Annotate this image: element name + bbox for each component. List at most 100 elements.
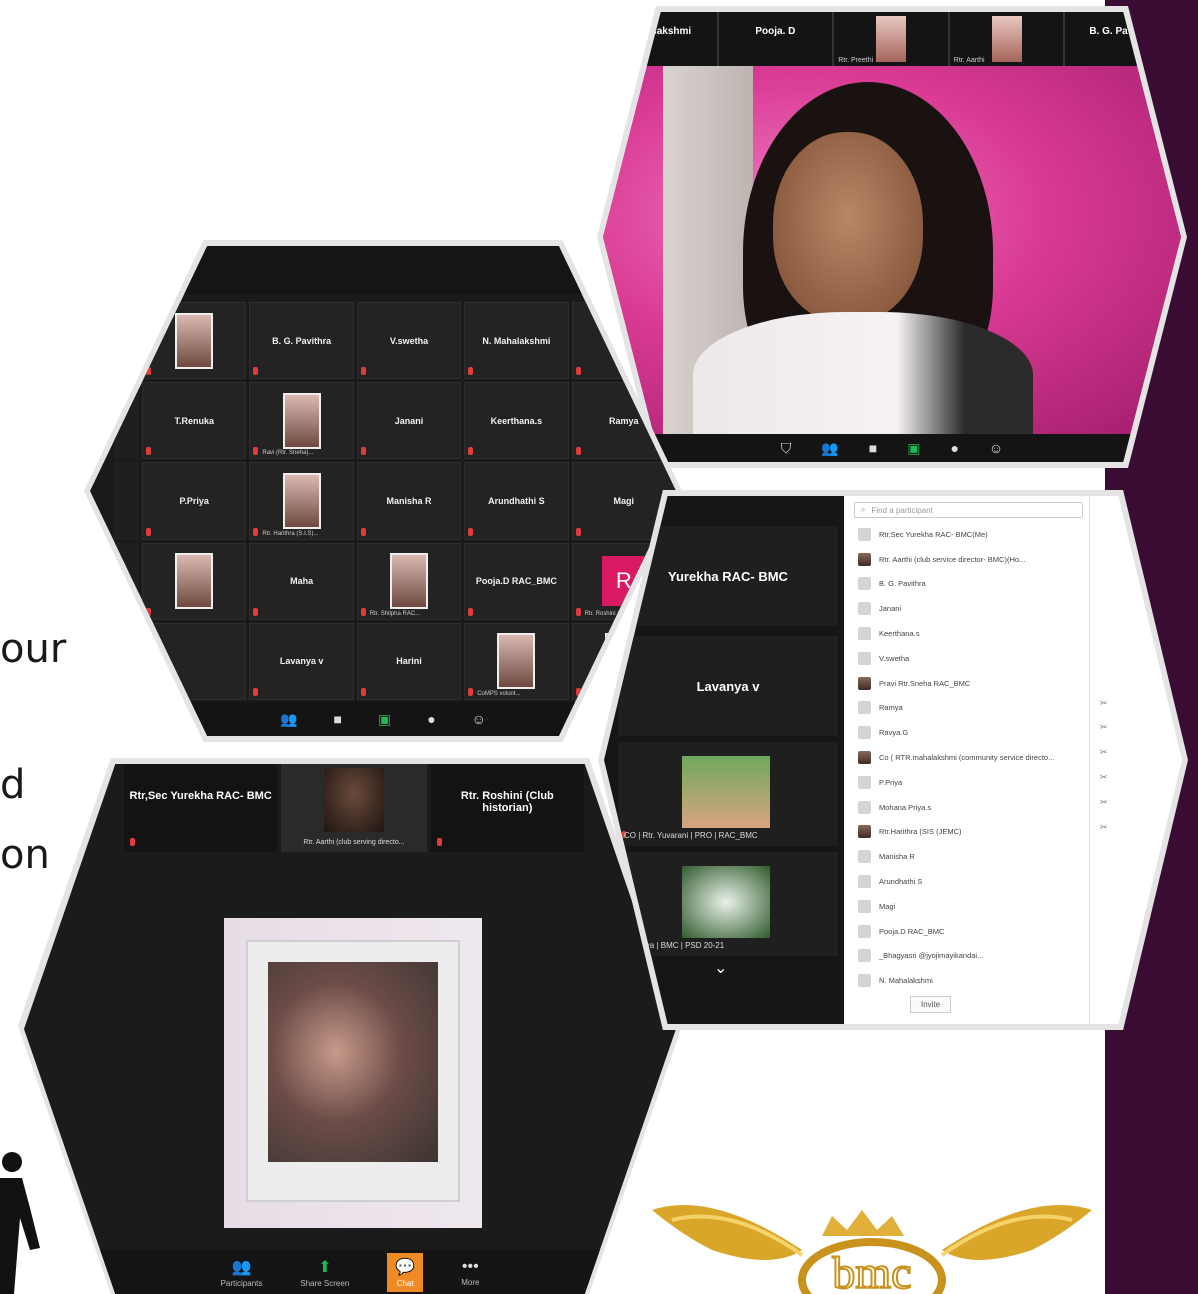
participant-search-input[interactable]: ⌕ Find a participant [854,502,1083,518]
participant-list-item[interactable]: Ravya.G [848,720,1089,745]
participant-tile[interactable]: Lavanya v [249,622,354,700]
muted-mic-icon [253,447,259,456]
participant-tile[interactable]: T.Renuka [142,382,247,460]
muted-mic-icon: ✂ [1100,821,1108,832]
participant-list-item[interactable]: B. G. Pavithra [848,572,1089,597]
participant-list-item[interactable]: N. Mahalakshmi [848,968,1089,993]
participant-tile[interactable]: Maha [249,542,354,620]
avatar [858,850,871,864]
thumbnail-tile[interactable]: Rtr. Roshini (Club historian) [430,764,584,852]
participant-tile[interactable]: B. G. Pavithra [249,302,354,380]
participant-list-item[interactable]: Janani [848,596,1089,621]
participant-list-item[interactable]: Pravi Rtr.Sneha RAC_BMC [848,671,1089,696]
participant-photo [282,472,321,529]
muted-mic-icon [146,447,151,456]
participant-name: Keerthana.s [879,629,920,639]
participant-list-item[interactable]: Rtr. Aarthi (club service director- BMC)… [848,547,1089,572]
video-tile[interactable]: Lavanya v [618,636,838,736]
thumbnail-tile[interactable]: Rtr. Aarthi (club serving directo... [281,764,427,852]
participant-name: Rtr. Aarthi (club service director- BMC)… [879,554,1026,564]
muted-mic-icon [253,607,259,616]
invite-button[interactable]: Invite [910,996,952,1013]
participant-name: N. Mahalakshmi [879,976,933,986]
participant-list-item[interactable]: Pooja.D RAC_BMC [848,919,1089,944]
participant-list-item[interactable]: V.swetha [848,646,1089,671]
participant-tile[interactable] [142,542,247,620]
participant-tile[interactable]: Keerthana.s [464,382,569,460]
share-screen-icon[interactable]: ▣ [378,711,391,728]
muted-mic-icon [575,527,581,536]
participant-list-item[interactable]: Magi [848,894,1089,919]
participant-tile[interactable]: Rtr. Harithra (S.I.S)... [249,462,354,540]
chat-icon[interactable]: ■ [869,440,877,456]
record-icon[interactable]: ● [950,440,958,456]
participant-tile[interactable]: Janani [356,382,462,460]
participants-icon[interactable]: 👥 [821,440,838,457]
avatar [858,726,871,740]
avatar [858,627,871,641]
muted-mic-icon [146,687,151,696]
video-tile[interactable]: Lavanya | BMC | PSD 20-21 [618,852,838,956]
record-icon[interactable]: ● [427,711,435,727]
participant-name: B. G. Pavithra [879,579,926,589]
participant-tile[interactable]: P.Priya [142,462,247,540]
search-icon: ⌕ [861,505,866,514]
share-screen-icon[interactable]: ▣ [907,440,920,457]
participant-list-item[interactable]: Keerthana.s [848,621,1089,646]
reactions-icon[interactable]: ☺ [472,711,486,727]
participant-list-item[interactable]: Rtr.Harithra (SIS (JEMC) [848,820,1089,845]
participant-name: Ramya [879,703,903,713]
participant-tile[interactable]: Rtr. Shilpha RAC... [356,542,462,620]
participant-name: Pooja.D RAC_BMC [475,576,557,587]
participant-name: Rtr.Harithra (SIS (JEMC) [879,827,962,837]
muted-mic-icon [468,447,474,456]
participants-button[interactable]: 👥 Participants [221,1257,263,1288]
participant-tile[interactable]: CoMPS volunt... [464,622,569,700]
thumbnail-tile[interactable]: Pooja. D [719,12,835,66]
chat-button[interactable]: 💬 Chat [387,1252,424,1292]
participant-tile[interactable]: V.swetha [356,302,462,380]
muted-mic-icon [468,367,474,376]
participant-tile[interactable]: Ravi (Rtr. Sneha)... [249,382,354,460]
participant-list-item[interactable]: P.Priya [848,770,1089,795]
security-icon[interactable]: ⛉ [781,440,792,457]
participant-list-item[interactable]: Ramya [848,696,1089,721]
participant-tile[interactable]: Manisha R [356,462,462,540]
video-photo [682,866,770,938]
participant-list-item[interactable]: Rtr.Sec Yurekha RAC- BMC(Me) [848,522,1089,547]
avatar [858,800,871,814]
participant-name: P.Priya [179,495,209,506]
participant-sub-label: Ravi (Rtr. Sneha)... [262,450,314,457]
video-tile[interactable]: CO | Rtr. Yuvarani | PRO | RAC_BMC [618,742,838,846]
muted-mic-icon [360,367,366,376]
participant-list-item[interactable]: _Bhagyasri @jyojimayikandai... [848,944,1089,969]
thumbnail-tile[interactable]: Rtr. Aarthi [950,12,1066,66]
participant-tile[interactable]: N. Mahalakshmi [464,302,569,380]
participant-tile[interactable]: Arundhathi S [464,462,569,540]
chat-icon[interactable]: ■ [333,711,341,727]
video-call-screenshot-participants: Yurekha RAC- BMC Lavanya v CO | Rtr. Yuv… [604,496,1182,1024]
share-screen-button[interactable]: ⬆ Share Screen [300,1257,349,1288]
thumbnail-tile[interactable]: Rtr. Preethi [834,12,950,66]
person-icon [0,1152,40,1294]
thumbnail-tile[interactable]: Rtr,Sec Yurekha RAC- BMC [124,764,278,852]
more-button[interactable]: ••• More [461,1258,479,1287]
participant-list-item[interactable]: Mohana Priya.s [848,795,1089,820]
reactions-icon[interactable]: ☺ [989,440,1003,456]
avatar [858,552,871,566]
chevron-down-icon[interactable]: ⌄ [714,958,727,978]
participant-name: Manisha R [879,852,915,862]
participant-tile[interactable]: Pooja.D RAC_BMC [464,542,569,620]
participant-list-item[interactable]: Co ( RTR.mahalakshmi (community service … [848,745,1089,770]
partial-text-line: d [0,762,26,808]
participant-name: Arundhathi S [879,877,923,887]
participant-list-item[interactable]: Arundhathi S [848,869,1089,894]
muted-mic-icon: ✂ [1100,772,1108,782]
thumbnail-tile[interactable]: Mahalakshmi [603,12,719,66]
participants-icon[interactable]: 👥 [280,711,297,728]
gallery-edge-tile [114,302,139,380]
participant-status-column: ✂ ✂ ✂ ✂ ✂ ✂ [1096,496,1136,1024]
participant-list-item[interactable]: Manisha R [848,844,1089,869]
participant-tile[interactable]: Harini [356,622,462,700]
participant-name: Magi [879,901,896,911]
